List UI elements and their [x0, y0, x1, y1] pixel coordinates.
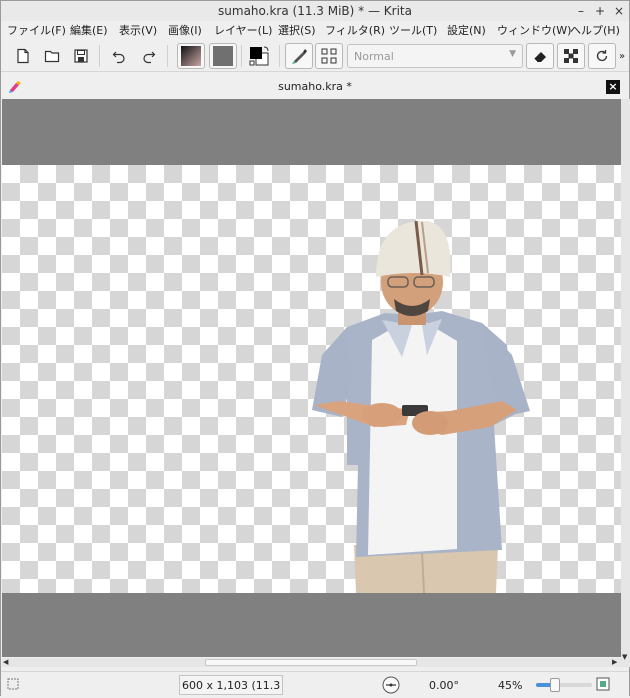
document-tab-title: sumaho.kra * [278, 80, 352, 93]
zoom-slider[interactable] [536, 678, 592, 692]
chevron-down-icon: ▼ [509, 49, 516, 59]
blend-mode-select[interactable]: Normal ▼ [347, 44, 523, 68]
brush-preset-button[interactable] [285, 43, 313, 69]
rotation-value: 0.00° [429, 679, 459, 692]
scroll-down-arrow-icon[interactable]: ▼ [622, 653, 627, 661]
gradient-preset-button[interactable] [177, 43, 205, 69]
title-bar: sumaho.kra (11.3 MiB) * — Krita – + × [1, 1, 629, 21]
scroll-left-arrow-icon[interactable]: ◀ [3, 658, 8, 666]
person-photo [312, 220, 530, 593]
toolbar-overflow-button[interactable]: » [615, 44, 629, 68]
alpha-lock-icon[interactable] [557, 43, 585, 69]
color-swap-icon[interactable] [247, 44, 271, 68]
horizontal-scrollbar[interactable]: ◀ ▶ [2, 658, 621, 667]
toolbar-divider [167, 45, 168, 67]
brush-settings-icon[interactable] [315, 43, 343, 69]
window-title: sumaho.kra (11.3 MiB) * — Krita [218, 4, 412, 18]
menu-tools[interactable]: ツール(T) [389, 22, 437, 38]
status-bar: 600 x 1,103 (11.3 Mi 0.00° 45% [1, 671, 629, 696]
menu-settings[interactable]: 設定(N) [447, 22, 486, 38]
reload-preset-icon[interactable] [588, 43, 616, 69]
image-size-field[interactable]: 600 x 1,103 (11.3 Mi [179, 675, 283, 695]
pattern-preset-button[interactable] [209, 43, 237, 69]
document-tab[interactable]: sumaho.kra * × [1, 76, 629, 98]
toolbar-divider [241, 45, 242, 67]
menu-edit[interactable]: 編集(E) [70, 22, 108, 38]
rotation-dial-icon[interactable] [380, 675, 402, 698]
new-document-icon[interactable] [11, 44, 35, 68]
save-icon[interactable] [69, 44, 93, 68]
vertical-scrollbar[interactable]: ▼ [621, 99, 630, 667]
krita-window: sumaho.kra (11.3 MiB) * — Krita – + × ファ… [0, 0, 630, 696]
undo-icon[interactable] [107, 44, 131, 68]
fit-to-view-icon[interactable] [596, 677, 610, 694]
close-document-icon[interactable]: × [606, 80, 620, 94]
zoom-slider-handle[interactable] [550, 678, 560, 692]
menu-filter[interactable]: フィルタ(R) [325, 22, 385, 38]
horizontal-scroll-thumb[interactable] [205, 659, 417, 666]
zoom-value: 45% [498, 679, 523, 692]
image-canvas[interactable] [2, 165, 621, 593]
open-document-icon[interactable] [40, 44, 64, 68]
menu-view[interactable]: 表示(V) [119, 22, 157, 38]
toolbar-divider [279, 45, 280, 67]
close-window-button[interactable]: × [611, 3, 627, 19]
main-toolbar: Normal ▼ » [1, 40, 629, 72]
scroll-right-arrow-icon[interactable]: ▶ [612, 658, 617, 666]
toolbar-divider [99, 45, 100, 67]
menu-bar: ファイル(F) 編集(E) 表示(V) 画像(I) レイヤー(L) 選択(S) … [1, 21, 629, 39]
maximize-button[interactable]: + [592, 3, 608, 19]
selection-display-icon[interactable] [7, 678, 19, 693]
menu-select[interactable]: 選択(S) [278, 22, 316, 38]
menu-help[interactable]: ヘルプ(H) [570, 22, 620, 38]
menu-file[interactable]: ファイル(F) [7, 22, 66, 38]
blend-mode-value: Normal [354, 50, 394, 63]
minimize-button[interactable]: – [573, 3, 589, 19]
eraser-mode-icon[interactable] [526, 43, 554, 69]
redo-icon[interactable] [137, 44, 161, 68]
canvas-area[interactable] [2, 99, 621, 657]
menu-window[interactable]: ウィンドウ(W) [497, 22, 571, 38]
menu-layer[interactable]: レイヤー(L) [214, 22, 272, 38]
menu-image[interactable]: 画像(I) [168, 22, 202, 38]
